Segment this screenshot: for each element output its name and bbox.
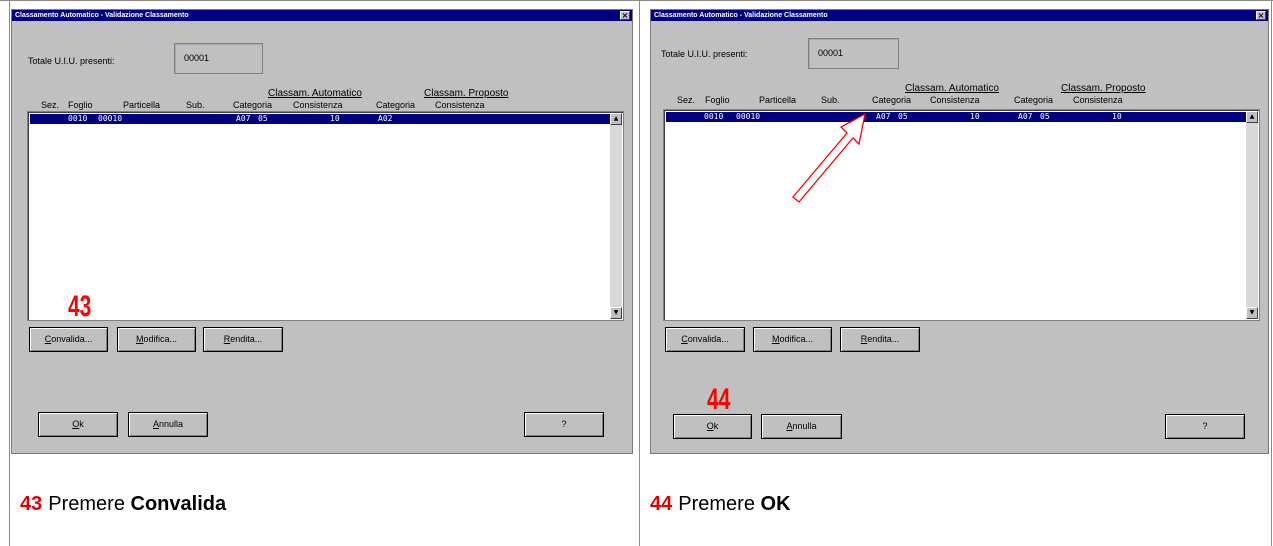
scroll-down-icon[interactable]: ▼ — [1246, 307, 1258, 319]
step-number-marker: 44 — [707, 383, 731, 416]
col-header-consistenza-prop: Consistenza — [1073, 95, 1123, 105]
list-row-selected[interactable]: 0010 00010 A07 05 10 A02 — [30, 114, 610, 124]
grid-line-left — [9, 0, 10, 546]
close-button[interactable]: × — [1256, 11, 1266, 20]
help-button[interactable]: ? — [524, 412, 604, 437]
step-number-marker: 43 — [68, 290, 92, 323]
close-icon: × — [621, 10, 629, 20]
grid-line-top — [0, 0, 1273, 1]
convalida-label: onvalida... — [687, 334, 729, 344]
title-bar: Classamento Automatico - Validazione Cla… — [651, 10, 1268, 21]
scroll-up-icon[interactable]: ▲ — [610, 113, 622, 125]
ok-button[interactable]: Ok — [38, 412, 118, 437]
rendita-label: endita... — [867, 334, 900, 344]
modifica-label: odifica... — [143, 334, 178, 344]
col-header-consistenza-auto: Consistenza — [930, 95, 980, 105]
caption-verb: Premere — [48, 493, 125, 515]
modifica-button[interactable]: Modifica... — [753, 327, 832, 352]
cell-categoria-prop: A02 — [378, 114, 393, 123]
cell-consistenza-auto: 10 — [970, 112, 980, 121]
list-row-selected[interactable]: 0010 00010 A07 05 10 A07 05 10 — [666, 112, 1246, 122]
col-header-consistenza-prop: Consistenza — [435, 100, 485, 110]
caption-target: Convalida — [130, 493, 227, 515]
scroll-up-icon[interactable]: ▲ — [1246, 111, 1258, 123]
caption-target: OK — [760, 493, 791, 515]
window-title: Classamento Automatico - Validazione Cla… — [15, 12, 189, 19]
cell-particella: 00010 — [98, 114, 123, 123]
modifica-button[interactable]: Modifica... — [117, 327, 196, 352]
col-header-foglio: Foglio — [705, 95, 730, 105]
close-button[interactable]: × — [620, 11, 630, 20]
col-header-consistenza-auto: Consistenza — [293, 100, 343, 110]
grid-line-right — [1271, 0, 1272, 546]
vertical-scrollbar[interactable]: ▲ ▼ — [1246, 111, 1258, 319]
annulla-label: nnulla — [158, 419, 184, 429]
cell-consistenza-prop: 10 — [1112, 112, 1122, 121]
cell-categoria-auto: A07 — [236, 114, 251, 123]
ok-label: k — [79, 419, 84, 429]
annulla-label: nnulla — [792, 421, 817, 431]
caption-number: 44 — [650, 493, 673, 515]
rendita-button[interactable]: Rendita... — [203, 327, 283, 352]
vertical-scrollbar[interactable]: ▲ ▼ — [610, 113, 622, 319]
cell-foglio: 0010 — [68, 114, 88, 123]
classamento-list[interactable]: 0010 00010 A07 05 10 A02 ▲ ▼ — [27, 111, 624, 321]
annulla-button[interactable]: Annulla — [128, 412, 208, 437]
dialog-window-step-43: Classamento Automatico - Validazione Cla… — [11, 9, 633, 454]
annulla-button[interactable]: Annulla — [761, 414, 842, 439]
col-header-categoria-prop: Categoria — [1014, 95, 1054, 105]
col-header-sez: Sez. — [677, 95, 696, 105]
col-header-sub: Sub. — [821, 95, 840, 105]
group-header-proposto: Classam. Proposto — [1061, 83, 1146, 94]
ok-label: k — [713, 421, 719, 431]
totale-value-field: 00001 — [808, 38, 899, 69]
group-header-automatico: Classam. Automatico — [268, 88, 362, 99]
classamento-list[interactable]: 0010 00010 A07 05 10 A07 05 10 ▲ ▼ — [663, 109, 1260, 321]
caption-number: 43 — [20, 493, 43, 515]
col-header-categoria-prop: Categoria — [376, 100, 416, 110]
col-header-foglio: Foglio — [68, 100, 93, 110]
ok-mnemonic: O — [706, 421, 714, 431]
window-title: Classamento Automatico - Validazione Cla… — [654, 12, 828, 19]
cell-classe-prop: 05 — [1040, 112, 1050, 121]
cell-particella: 00010 — [736, 112, 761, 121]
col-header-categoria-auto: Categoria — [872, 95, 912, 105]
pointer-arrow-shape — [792, 112, 866, 203]
cell-classe-auto: 05 — [898, 112, 908, 121]
cell-classe-auto: 05 — [258, 114, 268, 123]
caption-step-43: 43 Premere Convalida — [20, 493, 226, 516]
grid-line-middle — [639, 0, 640, 546]
convalida-button[interactable]: Convalida... — [29, 327, 108, 352]
totale-label: Totale U.I.U. presenti: — [28, 56, 115, 66]
scroll-down-icon[interactable]: ▼ — [610, 307, 622, 319]
rendita-label: endita... — [230, 334, 263, 344]
convalida-button[interactable]: Convalida... — [665, 327, 745, 352]
cell-foglio: 0010 — [704, 112, 724, 121]
caption-verb: Premere — [678, 493, 755, 515]
col-header-categoria-auto: Categoria — [233, 100, 273, 110]
cell-categoria-auto: A07 — [876, 112, 891, 121]
totale-value-field: 00001 — [174, 43, 263, 74]
dialog-window-step-44: Classamento Automatico - Validazione Cla… — [650, 9, 1269, 454]
convalida-label: onvalida... — [51, 334, 93, 344]
ok-button[interactable]: Ok — [673, 414, 752, 439]
col-header-particella: Particella — [759, 95, 797, 105]
modifica-label: odifica... — [779, 334, 814, 344]
col-header-sez: Sez. — [41, 100, 60, 110]
pointer-arrow-icon — [792, 112, 866, 203]
col-header-sub: Sub. — [186, 100, 205, 110]
group-header-automatico: Classam. Automatico — [905, 83, 999, 94]
title-bar: Classamento Automatico - Validazione Cla… — [12, 10, 632, 21]
totale-label: Totale U.I.U. presenti: — [661, 49, 748, 59]
group-header-proposto: Classam. Proposto — [424, 88, 509, 99]
cell-categoria-prop: A07 — [1018, 112, 1033, 121]
caption-step-44: 44 Premere OK — [650, 493, 791, 516]
cell-consistenza-auto: 10 — [330, 114, 340, 123]
col-header-particella: Particella — [123, 100, 161, 110]
help-button[interactable]: ? — [1165, 414, 1245, 439]
rendita-button[interactable]: Rendita... — [840, 327, 920, 352]
close-icon: × — [1257, 10, 1265, 20]
